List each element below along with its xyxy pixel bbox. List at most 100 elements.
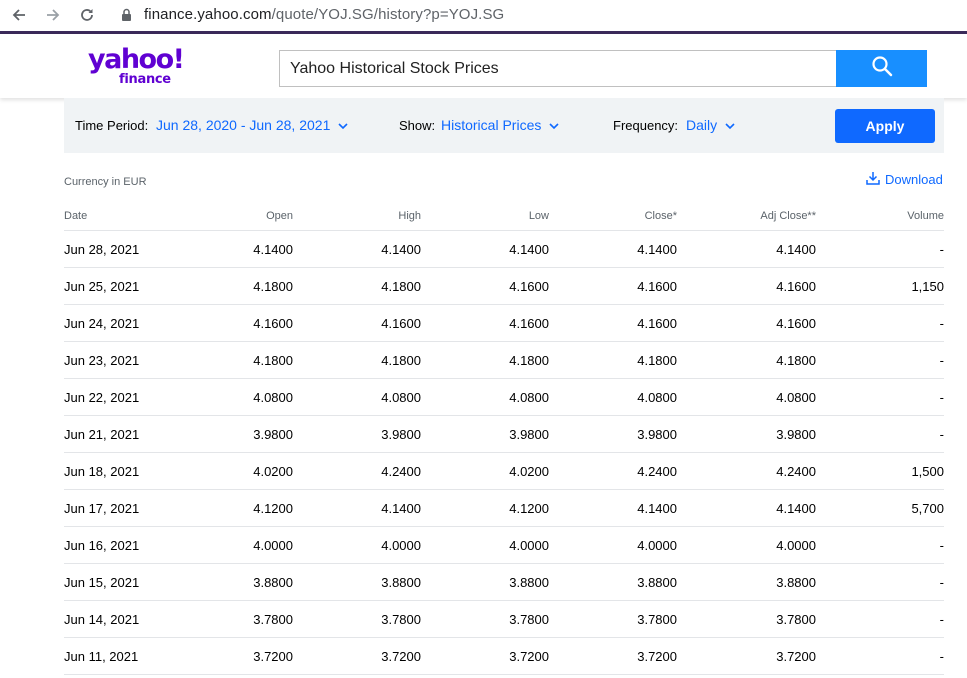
url-host: finance.yahoo.com — [144, 6, 272, 23]
header-date: Date — [64, 209, 88, 222]
cell-adj-close: 3.9800 — [776, 426, 816, 442]
cell-date: Jun 17, 2021 — [64, 500, 140, 516]
cell-date: Jun 21, 2021 — [64, 426, 140, 442]
historical-prices-table: Date Open High Low Close* Adj Close** Vo… — [64, 201, 944, 675]
download-link[interactable]: Download — [866, 171, 943, 188]
cell-open: 4.1600 — [253, 315, 293, 331]
cell-adj-close: 3.8800 — [776, 574, 816, 590]
cell-volume: - — [939, 611, 944, 627]
cell-low: 4.0000 — [509, 537, 549, 553]
cell-open: 4.0000 — [253, 537, 293, 553]
table-row: Jun 15, 2021 3.8800 3.8800 3.8800 3.8800 3.88… — [64, 564, 944, 601]
cell-date: Jun 11, 2021 — [64, 648, 139, 664]
cell-adj-close: 4.1400 — [776, 500, 816, 516]
cell-date: Jun 25, 2021 — [64, 278, 140, 294]
cell-low: 4.1800 — [509, 352, 549, 368]
cell-close: 3.7800 — [637, 611, 677, 627]
logo-finance-text: finance — [119, 72, 171, 87]
cell-adj-close: 3.7800 — [776, 611, 816, 627]
lock-icon — [121, 8, 132, 27]
cell-volume: 5,700 — [911, 500, 944, 516]
cell-high: 3.9800 — [381, 426, 421, 442]
cell-open: 3.7800 — [253, 611, 293, 627]
table-row: Jun 11, 2021 3.7200 3.7200 3.7200 3.7200 3.72… — [64, 638, 944, 675]
cell-low: 4.0200 — [509, 463, 549, 479]
cell-low: 3.7800 — [509, 611, 549, 627]
back-arrow-icon[interactable] — [8, 4, 30, 26]
download-icon — [866, 171, 885, 188]
cell-close: 3.7200 — [637, 648, 677, 664]
cell-volume: - — [939, 648, 944, 664]
currency-note: Currency in EUR — [64, 176, 147, 188]
table-row: Jun 17, 2021 4.1200 4.1400 4.1200 4.1400 4.14… — [64, 490, 944, 527]
cell-high: 4.0000 — [381, 537, 421, 553]
table-header: Date Open High Low Close* Adj Close** Vo… — [64, 201, 944, 231]
cell-high: 3.7800 — [381, 611, 421, 627]
cell-adj-close: 3.7200 — [776, 648, 816, 664]
cell-high: 4.1400 — [381, 241, 421, 257]
frequency-dropdown[interactable]: Daily — [686, 117, 735, 133]
chevron-down-icon — [549, 117, 559, 133]
cell-low: 4.1600 — [509, 315, 549, 331]
download-label: Download — [885, 172, 943, 187]
cell-open: 4.0800 — [253, 389, 293, 405]
reload-icon[interactable] — [76, 4, 98, 26]
chevron-down-icon — [725, 117, 735, 133]
cell-date: Jun 14, 2021 — [64, 611, 140, 627]
header-low: Low — [528, 209, 549, 222]
frequency-value: Daily — [686, 117, 718, 133]
cell-date: Jun 18, 2021 — [64, 463, 140, 479]
cell-open: 3.7200 — [253, 648, 293, 664]
time-period-value: Jun 28, 2020 - Jun 28, 2021 — [156, 117, 331, 133]
cell-date: Jun 24, 2021 — [64, 315, 140, 331]
search-input[interactable] — [280, 51, 836, 86]
header-close: Close* — [644, 209, 677, 222]
yahoo-finance-logo[interactable]: yahoo! finance — [88, 44, 188, 88]
cell-volume: 1,150 — [911, 278, 944, 294]
cell-low: 4.1400 — [509, 241, 549, 257]
cell-open: 3.9800 — [253, 426, 293, 442]
header-open: Open — [266, 209, 293, 222]
cell-date: Jun 15, 2021 — [64, 574, 140, 590]
header-adj-close: Adj Close** — [760, 209, 816, 222]
cell-low: 4.1600 — [509, 278, 549, 294]
table-row: Jun 18, 2021 4.0200 4.2400 4.0200 4.2400 4.24… — [64, 453, 944, 490]
cell-close: 4.1400 — [637, 500, 677, 516]
address-bar[interactable]: finance.yahoo.com/quote/YOJ.SG/history?p… — [144, 6, 504, 23]
cell-open: 4.0200 — [253, 463, 293, 479]
cell-adj-close: 4.1800 — [776, 352, 816, 368]
cell-volume: - — [939, 315, 944, 331]
table-row: Jun 16, 2021 4.0000 4.0000 4.0000 4.0000 4.00… — [64, 527, 944, 564]
cell-date: Jun 16, 2021 — [64, 537, 140, 553]
cell-close: 4.1800 — [637, 352, 677, 368]
logo-yahoo-text: yahoo! — [88, 44, 185, 75]
cell-high: 3.7200 — [381, 648, 421, 664]
cell-adj-close: 4.2400 — [776, 463, 816, 479]
show-label: Show: — [399, 118, 436, 133]
browser-toolbar: finance.yahoo.com/quote/YOJ.SG/history?p… — [0, 0, 967, 31]
cell-high: 4.2400 — [381, 463, 421, 479]
cell-adj-close: 4.1400 — [776, 241, 816, 257]
cell-low: 3.7200 — [509, 648, 549, 664]
table-row: Jun 24, 2021 4.1600 4.1600 4.1600 4.1600 4.16… — [64, 305, 944, 342]
table-row: Jun 21, 2021 3.9800 3.9800 3.9800 3.9800 3.98… — [64, 416, 944, 453]
apply-button[interactable]: Apply — [835, 109, 935, 143]
search-icon — [871, 55, 893, 82]
cell-date: Jun 28, 2021 — [64, 241, 140, 257]
time-period-dropdown[interactable]: Jun 28, 2020 - Jun 28, 2021 — [156, 117, 348, 133]
cell-open: 4.1400 — [253, 241, 293, 257]
site-header: yahoo! finance — [0, 34, 967, 98]
cell-open: 4.1200 — [253, 500, 293, 516]
search-button[interactable] — [836, 50, 927, 87]
show-dropdown[interactable]: Historical Prices — [441, 117, 559, 133]
cell-low: 4.0800 — [509, 389, 549, 405]
cell-adj-close: 4.0000 — [776, 537, 816, 553]
forward-arrow-icon[interactable] — [42, 4, 64, 26]
cell-high: 4.1800 — [381, 278, 421, 294]
table-row: Jun 14, 2021 3.7800 3.7800 3.7800 3.7800 3.78… — [64, 601, 944, 638]
table-row: Jun 28, 2021 4.1400 4.1400 4.1400 4.1400 4.14… — [64, 231, 944, 268]
frequency-label: Frequency: — [613, 118, 679, 133]
cell-volume: - — [939, 426, 944, 442]
cell-open: 4.1800 — [253, 352, 293, 368]
cell-low: 3.9800 — [509, 426, 549, 442]
